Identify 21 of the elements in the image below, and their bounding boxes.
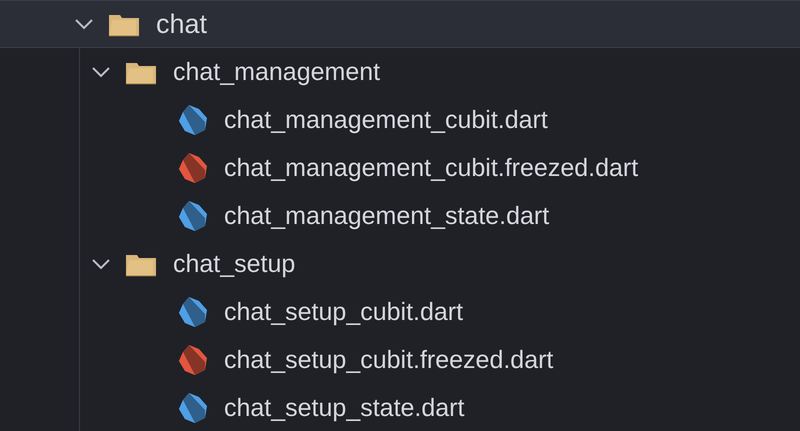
tree-item-label: chat_management_cubit.freezed.dart <box>224 154 638 182</box>
tree-row[interactable]: chat_setup_cubit.dart <box>0 288 800 336</box>
tree-row[interactable]: chat_management_cubit.freezed.dart <box>0 144 800 192</box>
tree-row[interactable]: chat_setup <box>0 240 800 288</box>
tree-row[interactable]: chat_management <box>0 48 800 96</box>
tree-item-label: chat_setup_cubit.freezed.dart <box>224 346 554 374</box>
chevron-down-icon[interactable] <box>91 66 111 78</box>
tree-row[interactable]: chat_management_cubit.dart <box>0 96 800 144</box>
tree-item-label: chat_setup_cubit.dart <box>224 298 464 326</box>
tree-item-label: chat_setup_state.dart <box>224 394 464 422</box>
tree-item-label: chat_setup <box>173 250 296 278</box>
tree-row[interactable]: chat <box>0 0 800 48</box>
tree-item-label: chat_management <box>173 58 380 86</box>
tree-item-label: chat_management_state.dart <box>224 202 550 230</box>
tree-row[interactable]: chat_setup_cubit.freezed.dart <box>0 336 800 384</box>
chevron-down-icon[interactable] <box>91 258 111 270</box>
tree-row[interactable]: chat_management_state.dart <box>0 192 800 240</box>
chevron-down-icon[interactable] <box>74 18 94 30</box>
tree-row[interactable]: chat_setup_state.dart <box>0 384 800 431</box>
tree-item-label: chat <box>156 8 208 40</box>
tree-item-label: chat_management_cubit.dart <box>224 106 548 134</box>
